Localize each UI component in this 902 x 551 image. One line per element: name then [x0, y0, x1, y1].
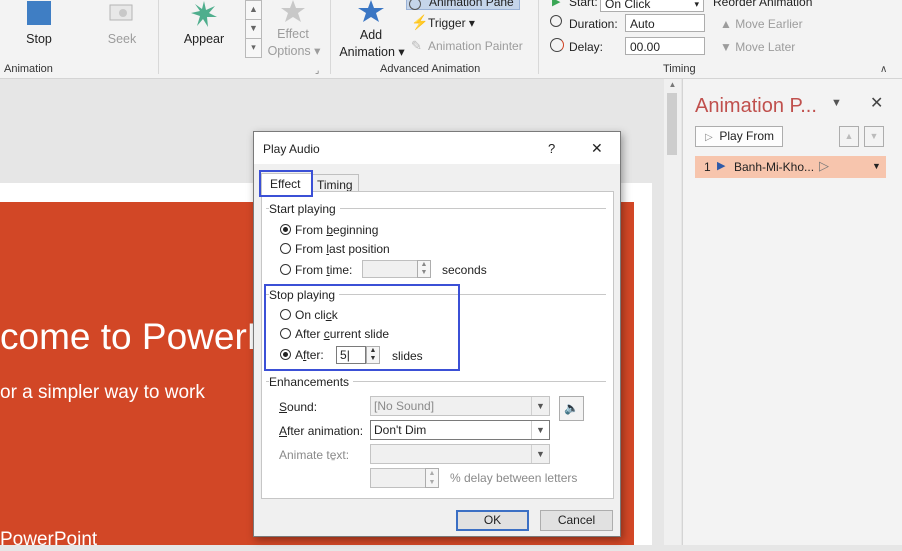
slide-subtitle: or a simpler way to work: [0, 382, 205, 403]
seek-button: Seek: [107, 32, 137, 46]
move-up-button: ▲: [839, 126, 859, 147]
add-animation-label-1[interactable]: Add: [346, 28, 396, 42]
start-dropdown[interactable]: On Click ▾: [600, 0, 704, 12]
gallery-up-icon[interactable]: ▲: [245, 0, 262, 20]
stop-icon[interactable]: [27, 1, 51, 25]
animate-text-arrow-icon: ▼: [531, 445, 549, 463]
ribbon: Stop Seek Appear ▲ ▼ ▾ Effect Options ▾ …: [0, 0, 902, 79]
sound-dropdown: [No Sound] ▼: [370, 396, 550, 416]
group-label-timing: Timing: [663, 63, 696, 75]
item-play-icon: ▶: [717, 160, 726, 172]
after-animation-dropdown[interactable]: Don't Dim ▼: [370, 420, 550, 440]
animate-text-dropdown: ▼: [370, 444, 550, 464]
from-last-position-radio[interactable]: [280, 243, 291, 254]
add-animation-star-icon[interactable]: [357, 0, 385, 24]
effect-options-button: Options ▾: [267, 44, 321, 58]
animation-pane-button[interactable]: Animation Pane: [406, 0, 520, 10]
after-animation-arrow-icon: ▼: [531, 421, 549, 439]
cancel-button[interactable]: Cancel: [540, 510, 613, 531]
delay-label: Delay:: [569, 40, 604, 54]
animation-painter-icon: ✎: [411, 38, 422, 53]
sound-label: Sound:: [279, 400, 318, 414]
animation-pane: Animation P... ▼ ✕ ▷ Play From ▲ ▼ 1 ▶ B…: [682, 79, 902, 545]
pane-close-icon[interactable]: ✕: [870, 93, 883, 113]
gallery-scroll[interactable]: ▲ ▼ ▾: [245, 0, 262, 60]
start-playing-group-title: Start playing: [269, 202, 340, 216]
effect-options-star-icon: [280, 0, 306, 24]
dialog-launcher-icon[interactable]: ⌟: [315, 65, 324, 75]
trigger-button[interactable]: Trigger ▾: [428, 16, 475, 30]
seconds-label: seconds: [442, 263, 487, 277]
stop-playing-highlight: [264, 284, 460, 371]
animation-list-item[interactable]: 1 ▶ Banh-Mi-Kho... ▷ ▼: [695, 156, 886, 178]
collapse-ribbon-icon[interactable]: ∧: [880, 64, 887, 75]
from-last-position-label[interactable]: From last position: [295, 242, 390, 256]
move-down-button: ▼: [864, 126, 884, 147]
from-beginning-radio[interactable]: [280, 224, 291, 235]
scroll-up-icon[interactable]: ▲: [664, 79, 681, 91]
group-label-advanced-animation: Advanced Animation: [380, 63, 481, 75]
play-audio-dialog: Play Audio ? ✕ Timing Effect Start playi…: [253, 131, 621, 537]
start-play-icon: ▶: [552, 0, 561, 8]
duration-label: Duration:: [569, 17, 618, 31]
slide-title: come to PowerP: [0, 316, 272, 357]
delay-letters-input: [370, 468, 426, 488]
appear-button[interactable]: Appear: [179, 32, 229, 46]
stop-button[interactable]: Stop: [14, 32, 64, 46]
reorder-animation-label: Reorder Animation: [713, 0, 813, 9]
item-timing-icon: ▷: [819, 158, 829, 173]
from-time-label[interactable]: From time:: [295, 263, 352, 277]
trigger-lightning-icon: ⚡: [411, 14, 429, 30]
close-icon[interactable]: ✕: [591, 140, 603, 157]
add-animation-button[interactable]: Animation ▾: [337, 44, 407, 59]
scroll-thumb[interactable]: [667, 93, 677, 155]
dialog-titlebar[interactable]: Play Audio ? ✕: [254, 132, 620, 164]
effect-options-label-1: Effect: [277, 27, 309, 41]
start-label: Start:: [569, 0, 598, 9]
play-from-button[interactable]: ▷ Play From: [695, 126, 783, 147]
speaker-icon: 🔈: [564, 401, 579, 415]
gallery-more-icon[interactable]: ▾: [245, 39, 262, 58]
seek-icon: [109, 2, 133, 22]
gallery-down-icon[interactable]: ▼: [245, 20, 262, 39]
sound-dropdown-arrow-icon: ▼: [531, 397, 549, 415]
item-name: Banh-Mi-Kho...: [734, 160, 815, 174]
item-dropdown-icon[interactable]: ▼: [872, 161, 881, 171]
duration-input[interactable]: Auto: [625, 14, 705, 32]
effect-tab-highlight: [259, 170, 313, 197]
move-earlier-button: ▲ Move Earlier: [720, 17, 803, 31]
animation-painter-button: Animation Painter: [428, 39, 523, 53]
play-icon: ▷: [705, 132, 713, 143]
delay-letters-spinner: ▲ ▼: [425, 468, 439, 488]
from-time-input: [362, 260, 418, 278]
slide-footer: PowerPoint: [0, 529, 98, 550]
delay-clock-icon: [550, 38, 564, 52]
item-number: 1: [704, 160, 711, 174]
after-animation-label: After animation:: [279, 424, 364, 438]
pane-options-icon[interactable]: ▼: [831, 97, 842, 109]
help-button[interactable]: ?: [548, 141, 555, 156]
from-time-radio[interactable]: [280, 264, 291, 275]
volume-button: 🔈: [559, 396, 584, 421]
ok-button[interactable]: OK: [456, 510, 529, 531]
animate-text-label: Animate te̱xt:: [279, 448, 350, 462]
from-beginning-label[interactable]: From beginning: [295, 223, 378, 237]
dialog-title: Play Audio: [263, 142, 320, 156]
group-label-animation: Animation: [4, 63, 53, 75]
from-time-spinner: ▲ ▼: [417, 260, 431, 278]
duration-clock-icon: [550, 15, 562, 27]
appear-star-icon[interactable]: [190, 0, 218, 28]
delay-between-letters-label: % delay between letters: [450, 471, 578, 485]
animation-pane-title: Animation P...: [695, 95, 817, 117]
enhancements-group-title: Enhancements: [269, 375, 354, 389]
delay-input[interactable]: 00.00: [625, 37, 705, 55]
move-later-button: ▼ Move Later: [720, 40, 796, 54]
vertical-scrollbar[interactable]: ▲: [664, 79, 681, 545]
